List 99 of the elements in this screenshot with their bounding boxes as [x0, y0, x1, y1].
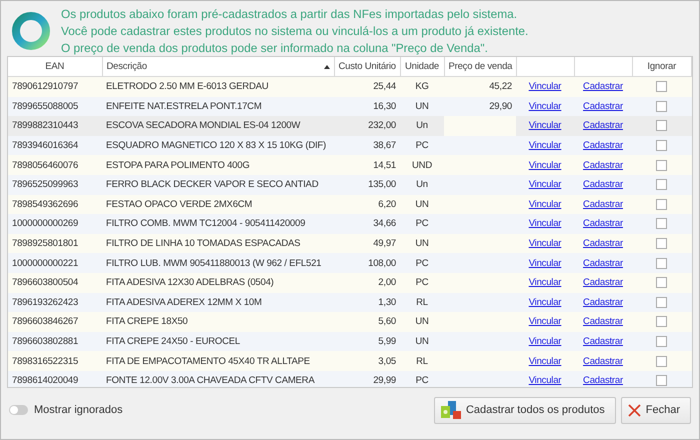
sort-icon: [324, 65, 330, 69]
column-header[interactable]: Custo Unitário: [334, 57, 400, 76]
ean-cell: 7896603802881: [8, 332, 102, 352]
ean-cell: 7898549362696: [8, 194, 102, 214]
ean-cell: 7898925801801: [8, 234, 102, 254]
description-cell: ESCOVA SECADORA MONDIAL ES-04 1200W: [102, 116, 334, 136]
ignore-checkbox[interactable]: [656, 316, 668, 328]
ignore-checkbox[interactable]: [656, 277, 668, 288]
cost-cell: 29,99: [334, 370, 400, 387]
column-header[interactable]: EAN: [8, 57, 102, 76]
cost-cell: 14,51: [334, 155, 400, 175]
ignore-checkbox[interactable]: [656, 140, 668, 152]
ean-cell: 7896603846267: [8, 312, 102, 332]
ignore-checkbox[interactable]: [656, 375, 668, 386]
description-cell: FITA ADESIVA 12X30 ADELBRAS (0504): [102, 272, 334, 293]
ignore-checkbox[interactable]: [656, 218, 668, 230]
price-cell: 29,90: [444, 96, 516, 116]
ean-cell: 7899655088005: [8, 96, 102, 116]
unit-cell: PC: [400, 136, 444, 156]
unit-cell: PC: [400, 214, 444, 234]
description-cell: ELETRODO 2.50 MM E-6013 GERDAU: [102, 76, 334, 97]
ean-cell: 1000000000269: [8, 214, 102, 234]
description-cell: FITA DE EMPACOTAMENTO 45X40 TR ALLTAPE: [102, 351, 334, 371]
ean-cell: 7896603800504: [8, 272, 102, 293]
unit-cell: Un: [400, 174, 444, 195]
ignore-checkbox[interactable]: [656, 356, 668, 367]
description-cell: FERRO BLACK DECKER VAPOR E SECO ANTIAD: [102, 174, 334, 195]
ignore-checkbox[interactable]: [656, 238, 668, 250]
unit-cell: RL: [400, 292, 444, 312]
unit-cell: KG: [400, 76, 444, 97]
ean-cell: 7899882310443: [8, 116, 102, 136]
ean-cell: 7898056460076: [8, 155, 102, 175]
products-icon: [440, 401, 461, 419]
unit-cell: UN: [400, 194, 444, 214]
cost-cell: 2,00: [334, 272, 400, 293]
close-button[interactable]: Fechar: [620, 396, 691, 424]
description-cell: ESTOPA PARA POLIMENTO 400G: [102, 155, 334, 175]
description-cell: FITA CREPE 24X50 - EUROCEL: [102, 332, 334, 352]
ean-cell: 7898614020049: [8, 370, 102, 387]
cost-cell: 49,97: [334, 234, 400, 254]
cost-cell: 232,00: [334, 116, 400, 136]
price-cell: 45,22: [444, 76, 516, 97]
description-cell: ENFEITE NAT.ESTRELA PONT.17CM: [102, 96, 334, 116]
column-header[interactable]: Preço de venda: [444, 57, 516, 76]
ean-cell: 7898316522315: [8, 351, 102, 371]
toggle-switch[interactable]: [9, 405, 28, 415]
unit-cell: RL: [400, 351, 444, 371]
info-text: Você pode cadastrar estes produtos no sistema ou vinculá-los a um produto já existente.: [61, 22, 528, 40]
unit-cell: UN: [400, 234, 444, 254]
ignore-checkbox[interactable]: [656, 258, 668, 269]
column-header[interactable]: Ignorar: [632, 57, 692, 76]
description-cell: FONTE 12.00V 3.00A CHAVEADA CFTV CAMERA: [102, 370, 334, 387]
ignore-checkbox[interactable]: [656, 100, 668, 112]
ean-cell: 7896193262423: [8, 292, 102, 312]
cost-cell: 108,00: [334, 253, 400, 273]
ean-cell: 7890612910797: [8, 76, 102, 97]
toggle-label: Mostrar ignorados: [34, 404, 123, 416]
cost-cell: 25,44: [334, 76, 400, 97]
cost-cell: 38,67: [334, 136, 400, 156]
info-text: Os produtos abaixo foram pré-cadastrados a partir das NFes importadas pelo sistema.: [61, 6, 518, 22]
cost-cell: 3,05: [334, 351, 400, 371]
ignore-checkbox[interactable]: [656, 179, 668, 190]
ean-cell: 7893946016364: [8, 136, 102, 156]
unit-cell: PC: [400, 272, 444, 293]
ean-cell: 7896525099963: [8, 174, 102, 195]
unit-cell: UN: [400, 312, 444, 332]
cost-cell: 135,00: [334, 174, 400, 195]
register-all-button[interactable]: Cadastrar todos os produtos: [434, 396, 616, 424]
description-cell: FITA ADESIVA ADEREX 12MM X 10M: [102, 292, 334, 312]
ignore-checkbox[interactable]: [656, 160, 668, 171]
ean-cell: 1000000000221: [8, 253, 102, 273]
description-cell: FITA CREPE 18X50: [102, 312, 334, 332]
unit-cell: Un: [400, 116, 444, 136]
info-text: O preço de venda dos produtos pode ser informado na coluna "Preço de Venda".: [61, 40, 489, 56]
unit-cell: PC: [400, 253, 444, 273]
cost-cell: 1,30: [334, 292, 400, 312]
cost-cell: 16,30: [334, 96, 400, 116]
unit-cell: UN: [400, 96, 444, 116]
ignore-checkbox[interactable]: [656, 296, 668, 308]
ignore-checkbox[interactable]: [656, 81, 668, 92]
ignore-checkbox[interactable]: [656, 120, 668, 132]
unit-cell: UN: [400, 332, 444, 352]
cost-cell: 5,99: [334, 332, 400, 352]
column-header[interactable]: Unidade: [400, 57, 444, 76]
ignore-checkbox[interactable]: [656, 336, 668, 347]
cost-cell: 34,66: [334, 214, 400, 234]
ignore-checkbox[interactable]: [656, 198, 668, 210]
description-cell: FESTAO OPACO VERDE 2MX6CM: [102, 194, 334, 214]
unit-cell: PC: [400, 370, 444, 387]
description-cell: ESQUADRO MAGNETICO 120 X 83 X 15 10KG (DIF): [102, 136, 334, 156]
close-icon: [628, 404, 641, 416]
description-cell: FILTRO LUB. MWM 905411880013 (W 962 / EFL521: [102, 253, 334, 273]
cost-cell: 5,60: [334, 312, 400, 332]
description-cell: FILTRO COMB. MWM TC12004 - 905411420009: [102, 214, 334, 234]
description-cell: FILTRO DE LINHA 10 TOMADAS ESPACADAS: [102, 234, 334, 254]
column-header[interactable]: Descrição: [102, 57, 334, 76]
ring-logo-icon: [11, 11, 51, 51]
cost-cell: 6,20: [334, 194, 400, 214]
unit-cell: UND: [400, 155, 444, 175]
